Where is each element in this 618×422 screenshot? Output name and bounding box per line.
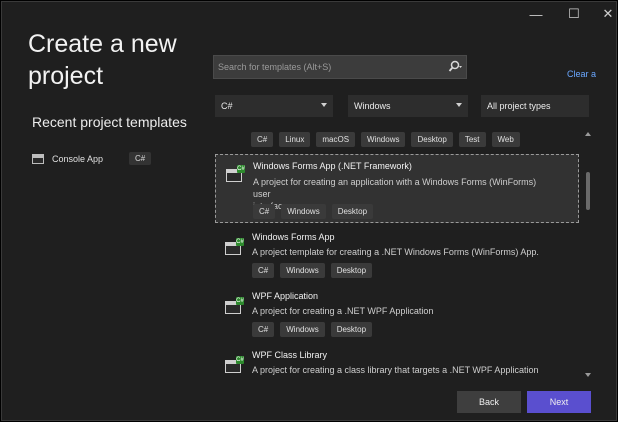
chevron-down-icon: [321, 103, 327, 107]
recent-item-label: Console App: [52, 154, 104, 164]
platform-filter[interactable]: Windows: [348, 95, 468, 117]
maximize-icon: ☐: [568, 6, 580, 21]
scroll-down-icon[interactable]: [585, 373, 591, 377]
template-item-winforms-framework[interactable]: C# Windows Forms App (.NET Framework) A …: [215, 154, 579, 223]
wpf-library-icon: C#: [225, 356, 244, 374]
tag-csharp: C#: [252, 263, 275, 278]
template-list-scrollbar[interactable]: [585, 132, 591, 377]
clear-filters-link[interactable]: Clear a: [567, 69, 596, 79]
tag-windows: Windows: [280, 322, 325, 337]
tag-test: Test: [458, 132, 486, 147]
platform-filter-value: Windows: [354, 101, 391, 111]
create-project-window: — ☐ ✕ Create a new project Recent projec…: [1, 1, 617, 421]
template-description: A project template for creating a .NET W…: [252, 246, 552, 258]
recent-templates-heading: Recent project templates: [32, 114, 187, 130]
scroll-thumb[interactable]: [586, 172, 590, 210]
template-name: Windows Forms App: [252, 232, 335, 242]
back-button[interactable]: Back: [457, 391, 521, 413]
close-button[interactable]: ✕: [591, 2, 618, 26]
tag-web: Web: [491, 132, 520, 147]
template-tags: C# Windows Desktop: [252, 263, 373, 278]
template-item-wpf-class-library[interactable]: C# WPF Class Library A project for creat…: [215, 346, 579, 378]
template-item-wpf-app[interactable]: C# WPF Application A project for creatin…: [215, 287, 579, 341]
minimize-icon: —: [529, 6, 543, 22]
next-button[interactable]: Next: [527, 391, 591, 413]
tag-windows: Windows: [281, 204, 326, 219]
template-name: WPF Class Library: [252, 350, 328, 360]
scroll-up-icon[interactable]: [585, 132, 591, 136]
template-description-line: A project for creating a .NET WPF Applic…: [252, 306, 434, 316]
language-filter[interactable]: C#: [215, 95, 333, 117]
template-name: Windows Forms App (.NET Framework): [253, 161, 412, 171]
template-description: A project for creating a .NET WPF Applic…: [252, 305, 552, 317]
template-description-line: A project for creating an application wi…: [253, 177, 537, 199]
tag-csharp: C#: [253, 204, 276, 219]
template-list[interactable]: C# Windows Forms App (.NET Framework) A …: [215, 152, 581, 378]
tag-csharp: C#: [252, 322, 275, 337]
tag-macos: macOS: [316, 132, 356, 147]
page-title-line-2: project: [28, 62, 104, 90]
template-description: A project for creating a class library t…: [252, 364, 552, 376]
tag-windows: Windows: [361, 132, 406, 147]
language-filter-value: C#: [221, 101, 233, 111]
template-name: WPF Application: [252, 291, 319, 301]
template-description-line: A project for creating a class library t…: [252, 365, 539, 375]
project-type-filter[interactable]: All project types: [481, 95, 589, 117]
minimize-button[interactable]: —: [519, 2, 553, 26]
wpf-icon: C#: [225, 297, 244, 315]
project-type-filter-value: All project types: [487, 101, 551, 111]
search-icon[interactable]: [447, 60, 463, 74]
page-title: Create a new project: [28, 28, 218, 92]
winforms-icon: C#: [225, 238, 244, 256]
top-tag-row: C# Linux macOS Windows Desktop Test Web: [251, 132, 520, 147]
template-item-winforms[interactable]: C# Windows Forms App A project template …: [215, 228, 579, 282]
template-tags: C# Windows Desktop: [252, 322, 373, 337]
close-icon: ✕: [602, 6, 614, 21]
template-description-line: A project template for creating a .NET W…: [252, 247, 539, 257]
console-app-icon: [32, 154, 44, 164]
search-input[interactable]: Search for templates (Alt+S): [213, 55, 467, 79]
tag-desktop: Desktop: [330, 263, 373, 278]
maximize-button[interactable]: ☐: [557, 2, 591, 26]
recent-item-language-badge: C#: [129, 152, 152, 165]
tag-desktop: Desktop: [330, 322, 373, 337]
tag-desktop: Desktop: [411, 132, 453, 147]
tag-linux: Linux: [279, 132, 311, 147]
search-placeholder: Search for templates (Alt+S): [218, 62, 332, 72]
tag-windows: Windows: [280, 263, 325, 278]
winforms-icon: C#: [226, 165, 245, 183]
tag-csharp: C#: [251, 132, 274, 147]
chevron-down-icon: [456, 103, 462, 107]
template-tags: C# Windows Desktop: [253, 204, 374, 219]
page-title-line-1: Create a new: [28, 30, 177, 58]
tag-desktop: Desktop: [331, 204, 374, 219]
